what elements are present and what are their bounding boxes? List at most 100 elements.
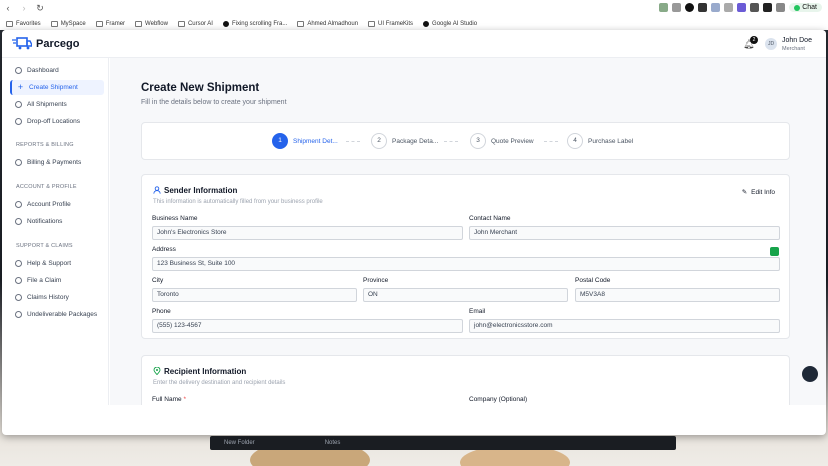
step-connector (346, 141, 360, 142)
sidebar-item-label: Account Profile (27, 201, 71, 208)
email-field[interactable]: john@electronicsstore.com (469, 319, 780, 333)
email-label: Email (469, 308, 486, 315)
brand-logo[interactable]: Parcego (12, 37, 79, 50)
extension-icon[interactable] (685, 3, 695, 12)
location-icon (15, 118, 22, 125)
sidebar-item-drop-off-locations[interactable]: Drop-off Locations (10, 114, 104, 129)
help-icon (15, 260, 22, 267)
postal-code-field[interactable]: M5V3A8 (575, 288, 780, 302)
contact-name-label: Contact Name (469, 215, 511, 222)
bookmark-label: Favorites (16, 21, 41, 27)
plus-icon: + (17, 82, 24, 92)
sidebar-item-billing[interactable]: Billing & Payments (10, 155, 104, 170)
extension-icon[interactable] (672, 3, 682, 12)
extension-icon[interactable] (711, 3, 721, 12)
sidebar-item-label: Notifications (27, 218, 63, 225)
step-package-details[interactable]: 2 Package Deta... (371, 133, 438, 149)
folder-icon (135, 21, 143, 27)
extension-icon[interactable] (763, 3, 773, 12)
bookmark-item[interactable]: Fixing scrolling Fra... (222, 21, 287, 27)
province-field[interactable]: ON (363, 288, 568, 302)
bookmark-item[interactable]: Favorites (6, 21, 41, 27)
taskbar-item-notes[interactable]: Notes (255, 440, 341, 446)
sidebar-item-claims-history[interactable]: Claims History (10, 290, 104, 305)
step-connector (444, 141, 458, 142)
floating-action-button[interactable] (802, 366, 818, 382)
sidebar-section-reports: REPORTS & BILLING (16, 142, 74, 148)
forward-icon[interactable]: › (16, 3, 32, 13)
bookmark-item[interactable]: Cursor AI (177, 21, 213, 27)
sidebar-item-help[interactable]: Help & Support (10, 256, 104, 271)
edit-info-button[interactable]: ✎ Edit Info (741, 188, 775, 197)
extension-icon[interactable] (750, 3, 760, 12)
folder-icon (297, 21, 305, 27)
bookmark-item[interactable]: Framer (95, 21, 125, 27)
brand-name: Parcego (36, 37, 80, 50)
location-pin-icon (153, 367, 161, 375)
sidebar-item-account-profile[interactable]: Account Profile (10, 197, 104, 212)
user-icon (15, 201, 22, 208)
folder-icon (177, 21, 185, 27)
chat-button[interactable]: Chat (789, 3, 822, 12)
extension-icon[interactable] (724, 3, 734, 12)
extension-icon[interactable] (737, 3, 747, 12)
sidebar-section-account: ACCOUNT & PROFILE (16, 184, 77, 190)
notification-badge: 2 (750, 36, 758, 44)
bookmark-label: Webflow (145, 21, 168, 27)
sidebar-item-file-claim[interactable]: File a Claim (10, 273, 104, 288)
bookmark-item[interactable]: UI FrameKits (368, 21, 413, 27)
bookmark-label: UI FrameKits (378, 21, 414, 27)
pencil-icon: ✎ (741, 189, 748, 196)
chat-icon (794, 4, 801, 11)
extension-badge-icon[interactable] (770, 247, 779, 256)
bookmark-item[interactable]: Google AI Studio (423, 21, 477, 27)
recipient-info-card: Recipient Information Enter the delivery… (141, 355, 790, 405)
address-field[interactable]: 123 Business St, Suite 100 (152, 257, 780, 271)
city-field[interactable]: Toronto (152, 288, 357, 302)
step-number: 3 (470, 133, 486, 149)
step-connector (544, 141, 558, 142)
sidebar-item-label: All Shipments (27, 101, 67, 108)
step-purchase-label[interactable]: 4 Purchase Label (567, 133, 633, 149)
sidebar-item-notifications[interactable]: Notifications (10, 214, 104, 229)
edit-info-label: Edit Info (751, 188, 775, 196)
page-title: Create New Shipment (141, 82, 260, 94)
back-icon[interactable]: ‹ (0, 3, 16, 13)
sidebar-item-label: Dashboard (27, 67, 59, 74)
step-label: Purchase Label (588, 137, 634, 145)
business-name-field[interactable]: John's Electronics Store (152, 226, 463, 240)
sidebar-item-undeliverable[interactable]: Undeliverable Packages (10, 307, 104, 322)
bookmark-item[interactable]: Ahmed Almadhoun (297, 21, 358, 27)
sidebar-item-create-shipment[interactable]: + Create Shipment (10, 80, 104, 95)
step-number: 2 (371, 133, 387, 149)
browser-toolbar: ‹ › ↻ Chat Favorites MySpace Framer Webflow… (0, 0, 828, 30)
sidebar-item-dashboard[interactable]: Dashboard (10, 63, 104, 78)
contact-name-field[interactable]: John Merchant (469, 226, 780, 240)
bookmark-item[interactable]: Webflow (135, 21, 168, 27)
bookmark-label: Google AI Studio (432, 21, 478, 27)
history-icon (15, 294, 22, 301)
avatar[interactable]: JD (765, 38, 777, 50)
stepper: 1 Shipment Det... 2 Package Deta... 3 Quote… (141, 122, 790, 160)
user-name[interactable]: John Doe (782, 37, 812, 44)
extension-icon[interactable] (698, 3, 708, 12)
sidebar-item-label: Create Shipment (29, 84, 78, 91)
taskbar-item-new-folder[interactable]: New Folder (210, 440, 255, 446)
sender-title: Sender Information (164, 186, 238, 195)
phone-field[interactable]: (555) 123-4567 (152, 319, 463, 333)
bookmark-label: MySpace (60, 21, 86, 27)
reload-icon[interactable]: ↻ (32, 3, 48, 14)
extension-icon[interactable] (659, 3, 669, 12)
sidebar-item-all-shipments[interactable]: All Shipments (10, 97, 104, 112)
postal-code-label: Postal Code (575, 277, 611, 284)
folder-icon (368, 21, 376, 27)
full-name-label: Full Name * (152, 396, 186, 403)
step-shipment-details[interactable]: 1 Shipment Det... (272, 133, 338, 149)
address-label: Address (152, 246, 176, 253)
sidebar-item-label: Billing & Payments (27, 159, 82, 166)
folder-icon (95, 21, 103, 27)
step-quote-preview[interactable]: 3 Quote Preview (470, 133, 534, 149)
extension-icon[interactable] (776, 3, 786, 12)
bookmark-item[interactable]: MySpace (50, 21, 86, 27)
user-icon (153, 186, 161, 194)
